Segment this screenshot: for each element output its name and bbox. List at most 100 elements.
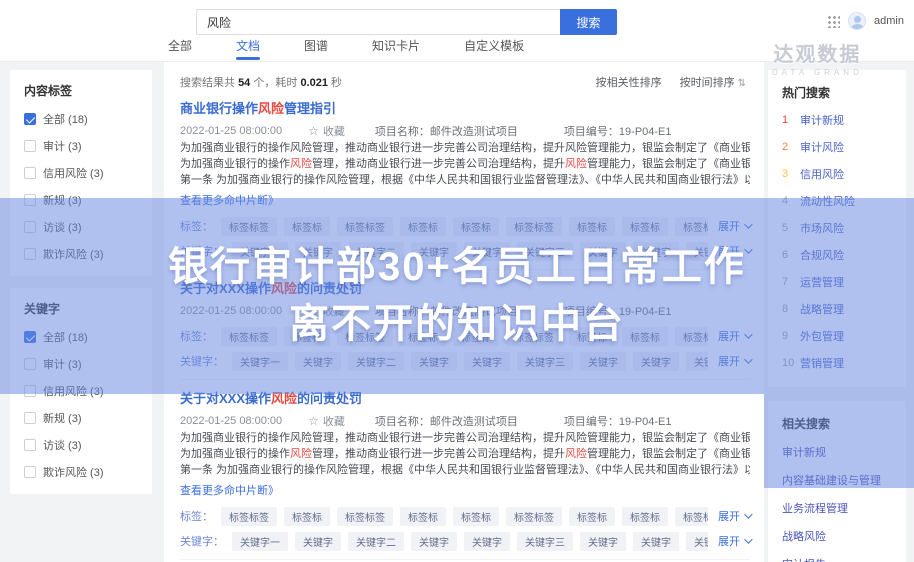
result-meta: 2022-01-25 08:00:00☆收藏项目名称：邮件改造测试项目项目编号：… xyxy=(180,412,750,430)
hot-search-item[interactable]: 1审计新规 xyxy=(782,112,894,128)
hot-search-item[interactable]: 3 信用风险 xyxy=(782,166,894,182)
related-search-item[interactable]: 业务流程管理 xyxy=(782,500,894,516)
chevron-down-icon xyxy=(744,510,752,518)
tag-row-label: 标签： xyxy=(180,508,213,524)
search-result: 关于对XXX操作风险的问责处罚2022-01-25 08:00:00☆收藏项目名… xyxy=(180,379,750,550)
result-snippet: 第一条 为加强商业银行的操作风险管理，根据《中华人民共和国银行业监督管理法》、《… xyxy=(180,172,750,188)
top-header: 搜索 admin 全部 文档 图谱 知识卡片 自定义模板 xyxy=(0,0,914,62)
keyword-chip[interactable]: 关键字 xyxy=(295,532,341,551)
tag-chip[interactable]: 标签标 xyxy=(622,507,668,526)
sort-by-relevance[interactable]: 按相关性排序 xyxy=(596,74,662,90)
promo-overlay-right xyxy=(764,394,914,488)
search-input[interactable] xyxy=(196,9,560,35)
tag-chip[interactable]: 标签标签 xyxy=(675,507,708,526)
favorite-label[interactable]: 收藏 xyxy=(323,123,345,139)
tag-row: 标签：标签标签标签标标签标签标签标标签标标签标签标签标标签标标签标签标签标标签标… xyxy=(180,507,750,525)
tag-chip[interactable]: 标签标签 xyxy=(506,507,562,526)
keyword-chip[interactable]: 关键字 xyxy=(580,532,626,551)
project-name: 项目名称：邮件改造测试项目 xyxy=(375,123,518,139)
sidebar-section-title: 内容标签 xyxy=(24,82,140,99)
search-button[interactable]: 搜索 xyxy=(560,9,617,35)
hot-search-label: 信用风险 xyxy=(800,166,844,182)
tab-知识卡片[interactable]: 知识卡片 xyxy=(372,37,420,63)
highlight-term: 风险 xyxy=(290,448,312,460)
expand-label: 展开 xyxy=(718,508,740,524)
keyword-chip[interactable]: 关键字二 xyxy=(348,532,404,551)
star-outline-icon[interactable]: ☆ xyxy=(308,414,319,428)
favorite-label[interactable]: 收藏 xyxy=(323,413,345,429)
star-outline-icon[interactable]: ☆ xyxy=(308,124,319,138)
project-name: 项目名称：邮件改造测试项目 xyxy=(375,413,518,429)
avatar[interactable] xyxy=(848,12,866,30)
checkbox-checked[interactable] xyxy=(24,113,36,125)
sidebar-filter-item[interactable]: 全部 (18) xyxy=(24,111,140,127)
result-meta: 2022-01-25 08:00:00☆收藏项目名称：邮件改造测试项目项目编号：… xyxy=(180,122,750,140)
chevron-down-icon xyxy=(744,535,752,543)
checkbox[interactable] xyxy=(24,140,36,152)
tag-chip[interactable]: 标签标 xyxy=(400,507,446,526)
tag-chip[interactable]: 标签标 xyxy=(569,507,615,526)
tag-chip[interactable]: 标签标签 xyxy=(221,507,277,526)
keyword-chip[interactable]: 关键字三 xyxy=(517,532,573,551)
filter-label: 全部 (18) xyxy=(43,111,88,127)
result-snippet: 为加强商业银行的操作风险管理，推动商业银行进一步完善公司治理结构，提升风险管理能… xyxy=(180,140,750,156)
hot-search-title: 热门搜索 xyxy=(782,84,894,101)
related-search-item[interactable]: 审计报告 xyxy=(782,556,894,562)
sidebar-filter-item[interactable]: 新规 (3) xyxy=(24,410,140,426)
filter-label: 审计 (3) xyxy=(43,138,82,154)
expand-label: 展开 xyxy=(718,533,740,549)
checkbox[interactable] xyxy=(24,167,36,179)
keyword-chip[interactable]: 关键字 xyxy=(633,532,679,551)
filter-label: 信用风险 (3) xyxy=(43,165,104,181)
keyword-row-label: 关键字： xyxy=(180,533,224,549)
more-snippets-link[interactable]: 查看更多命中片断》 xyxy=(180,482,279,498)
filter-label: 欺诈风险 (3) xyxy=(43,464,104,480)
tag-chip[interactable]: 标签标 xyxy=(453,507,499,526)
checkbox[interactable] xyxy=(24,439,36,451)
hot-rank: 1 xyxy=(782,114,792,126)
sidebar-filter-item[interactable]: 审计 (3) xyxy=(24,138,140,154)
filter-label: 新规 (3) xyxy=(43,410,82,426)
keyword-chip[interactable]: 关键字三 xyxy=(686,532,708,551)
result-snippet: 第一条 为加强商业银行的操作风险管理，根据《中华人民共和国银行业监督管理法》、《… xyxy=(180,462,750,478)
results-summary: 搜索结果共 54 个，耗时 0.021 秒 xyxy=(180,74,342,90)
highlight-term: 风险 xyxy=(565,448,587,460)
project-code: 项目编号：19-P04-E1 xyxy=(564,413,672,429)
keyword-chip[interactable]: 关键字 xyxy=(464,532,510,551)
tab-图谱[interactable]: 图谱 xyxy=(304,37,328,63)
sort-by-time[interactable]: 按时间排序⇅ xyxy=(680,74,746,90)
hot-search-item[interactable]: 2审计风险 xyxy=(782,139,894,155)
result-snippet: 为加强商业银行的操作风险管理，推动商业银行进一步完善公司治理结构，提升风险管理能… xyxy=(180,430,750,446)
tab-全部[interactable]: 全部 xyxy=(168,37,192,63)
checkbox[interactable] xyxy=(24,412,36,424)
sidebar-filter-item[interactable]: 信用风险 (3) xyxy=(24,165,140,181)
hot-rank: 3 xyxy=(782,168,792,180)
tag-chip-list: 标签标签标签标标签标签标签标标签标标签标签标签标标签标标签标签标签标标签标标签标… xyxy=(221,507,708,526)
related-search-item[interactable]: 战略风险 xyxy=(782,528,894,544)
apps-grid-icon[interactable] xyxy=(827,15,840,28)
tag-chip[interactable]: 标签标 xyxy=(284,507,330,526)
keyword-chip[interactable]: 关键字一 xyxy=(232,532,288,551)
result-snippet: 为加强商业银行的操作风险管理，推动商业银行进一步完善公司治理结构，提升风险管理能… xyxy=(180,156,750,172)
search-tabs: 全部 文档 图谱 知识卡片 自定义模板 xyxy=(168,37,524,63)
keyword-chip[interactable]: 关键字 xyxy=(411,532,457,551)
highlight-term: 风险 xyxy=(290,158,312,170)
checkbox[interactable] xyxy=(24,466,36,478)
tab-文档[interactable]: 文档 xyxy=(236,37,260,63)
keyword-row: 关键字：关键字一关键字关键字二关键字关键字关键字三关键字关键字关键字三关键字关键… xyxy=(180,532,750,550)
highlight-term: 风险 xyxy=(258,101,284,116)
result-snippet: 为加强商业银行的操作风险管理，推动商业银行进一步完善公司治理结构，提升风险管理能… xyxy=(180,446,750,462)
result-date: 2022-01-25 08:00:00 xyxy=(180,125,282,137)
expand-link[interactable]: 展开 xyxy=(718,533,750,549)
promo-overlay-band xyxy=(0,198,914,394)
sidebar-filter-item[interactable]: 欺诈风险 (3) xyxy=(24,464,140,480)
sort-arrows-icon: ⇅ xyxy=(738,78,746,89)
expand-link[interactable]: 展开 xyxy=(718,508,750,524)
username[interactable]: admin xyxy=(874,15,904,27)
tag-chip[interactable]: 标签标签 xyxy=(337,507,393,526)
hot-rank: 2 xyxy=(782,141,792,153)
sidebar-filter-item[interactable]: 访谈 (3) xyxy=(24,437,140,453)
filter-label: 访谈 (3) xyxy=(43,437,82,453)
tab-自定义模板[interactable]: 自定义模板 xyxy=(464,37,524,63)
result-title-link[interactable]: 商业银行操作风险管理指引 xyxy=(180,99,750,119)
